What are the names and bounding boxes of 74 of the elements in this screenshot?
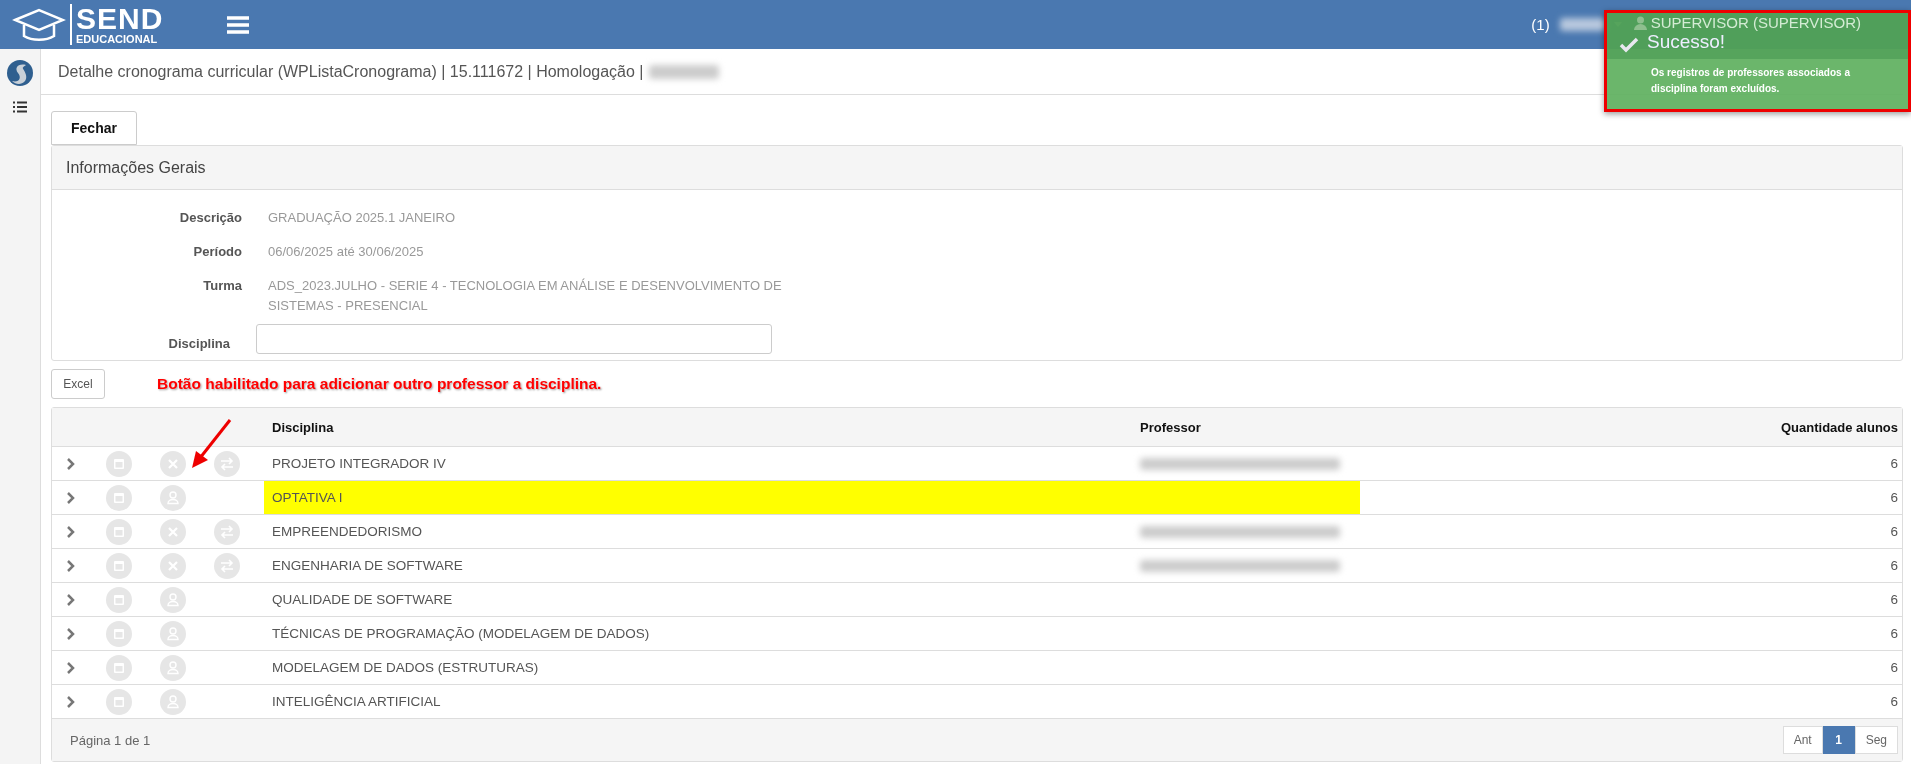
panel-title: Informações Gerais [52, 146, 1902, 190]
person-icon[interactable] [160, 654, 186, 681]
calendar-icon[interactable] [106, 484, 132, 511]
list-icon[interactable] [13, 101, 27, 113]
table-cell-text: TÉCNICAS DE PROGRAMAÇÃO (MODELAGEM DE DADOS) [271, 625, 651, 643]
annotation-text: Botão habilitado para adicionar outro professor a disciplina. [157, 375, 602, 393]
calendar-icon[interactable] [106, 620, 132, 647]
swap-icon[interactable] [214, 518, 240, 545]
table-cell-text: EMPREENDEDORISMO [271, 523, 424, 541]
close-button[interactable]: Fechar [51, 111, 137, 145]
table-cell-text: 6 [1889, 558, 1899, 573]
expand-icon[interactable] [66, 491, 76, 504]
remove-icon[interactable] [160, 552, 186, 579]
table-cell-text: INTELIGÊNCIA ARTIFICIAL [271, 693, 442, 711]
field-value: GRADUAÇÃO 2025.1 JANEIRO [268, 209, 457, 227]
brand-title: SEND [76, 4, 164, 34]
expand-icon[interactable] [66, 525, 76, 538]
field-label: Disciplina [167, 335, 230, 353]
annotation-arrow [190, 418, 232, 470]
person-icon[interactable] [160, 484, 186, 511]
swap-icon[interactable] [214, 450, 240, 477]
remove-icon[interactable] [160, 450, 186, 477]
table-cell-text: QUALIDADE DE SOFTWARE [271, 591, 454, 609]
person-icon[interactable] [160, 688, 186, 715]
expand-icon[interactable] [66, 559, 76, 572]
field-label: Turma [202, 277, 242, 295]
table-cell-text: 6 [1889, 626, 1899, 641]
expand-icon[interactable] [66, 593, 76, 606]
page-button[interactable]: Ant [1782, 726, 1823, 754]
table-cell-text: MODELAGEM DE DADOS (ESTRUTURAS) [271, 659, 540, 677]
field-value: 06/06/2025 até 30/06/2025 [268, 243, 425, 261]
table-cell-text: 6 [1889, 592, 1899, 607]
expand-icon[interactable] [66, 695, 76, 708]
page-info: Página 1 de 1 [70, 732, 151, 748]
field-value: ADS_2023.JULHO - SERIE 4 - TECNOLOGIA EM ANÁLISE E DESENVOLVIMENTO DE SISTEMAS - PRESENCIAL [268, 277, 783, 315]
calendar-icon[interactable] [106, 586, 132, 613]
expand-icon[interactable] [66, 457, 76, 470]
calendar-icon[interactable] [106, 518, 132, 545]
swap-icon[interactable] [214, 552, 240, 579]
field-label: Período [192, 243, 242, 261]
table-cell: OPTATIVA I [264, 481, 1360, 514]
person-icon[interactable] [160, 586, 186, 613]
table-cell-text: 6 [1889, 694, 1899, 709]
menu-icon[interactable] [227, 14, 250, 35]
table-cell-text: PROJETO INTEGRADOR IV [271, 455, 447, 473]
logo-icon[interactable] [6, 59, 34, 87]
expand-icon[interactable] [66, 661, 76, 674]
notification-count[interactable]: (1) [1531, 16, 1550, 33]
field-label: Descrição [178, 209, 242, 227]
page-button[interactable]: Seg [1854, 726, 1898, 754]
brand-subtitle: EDUCACIONAL [76, 34, 159, 45]
table-cell-text: 6 [1889, 660, 1899, 675]
table-cell-text: 6 [1889, 490, 1899, 505]
table-cell-text: ENGENHARIA DE SOFTWARE [271, 557, 464, 575]
remove-icon[interactable] [160, 518, 186, 545]
user-icon [1633, 15, 1647, 30]
disciplina-input[interactable] [256, 324, 772, 354]
calendar-icon[interactable] [106, 688, 132, 715]
check-icon [1619, 37, 1639, 53]
column-header: Quantidade alunos [1780, 419, 1899, 435]
expand-icon[interactable] [66, 627, 76, 640]
breadcrumb: Detalhe cronograma curricular (WPListaCronograma) | 15.111672 | Homologação | [58, 62, 644, 81]
column-header: Disciplina [272, 419, 335, 435]
toast-message: Os registros de professores associados a disciplina foram excluídos. [1650, 66, 1851, 96]
table-cell-text: 6 [1889, 456, 1899, 471]
excel-button[interactable]: Excel [51, 369, 105, 399]
person-icon[interactable] [160, 620, 186, 647]
calendar-icon[interactable] [106, 450, 132, 477]
toast-title: Sucesso! [1647, 31, 1726, 53]
table-cell-text: 6 [1889, 524, 1899, 539]
page-button[interactable]: 1 [1822, 726, 1855, 754]
column-header: Professor [1140, 419, 1202, 435]
calendar-icon[interactable] [106, 552, 132, 579]
calendar-icon[interactable] [106, 654, 132, 681]
